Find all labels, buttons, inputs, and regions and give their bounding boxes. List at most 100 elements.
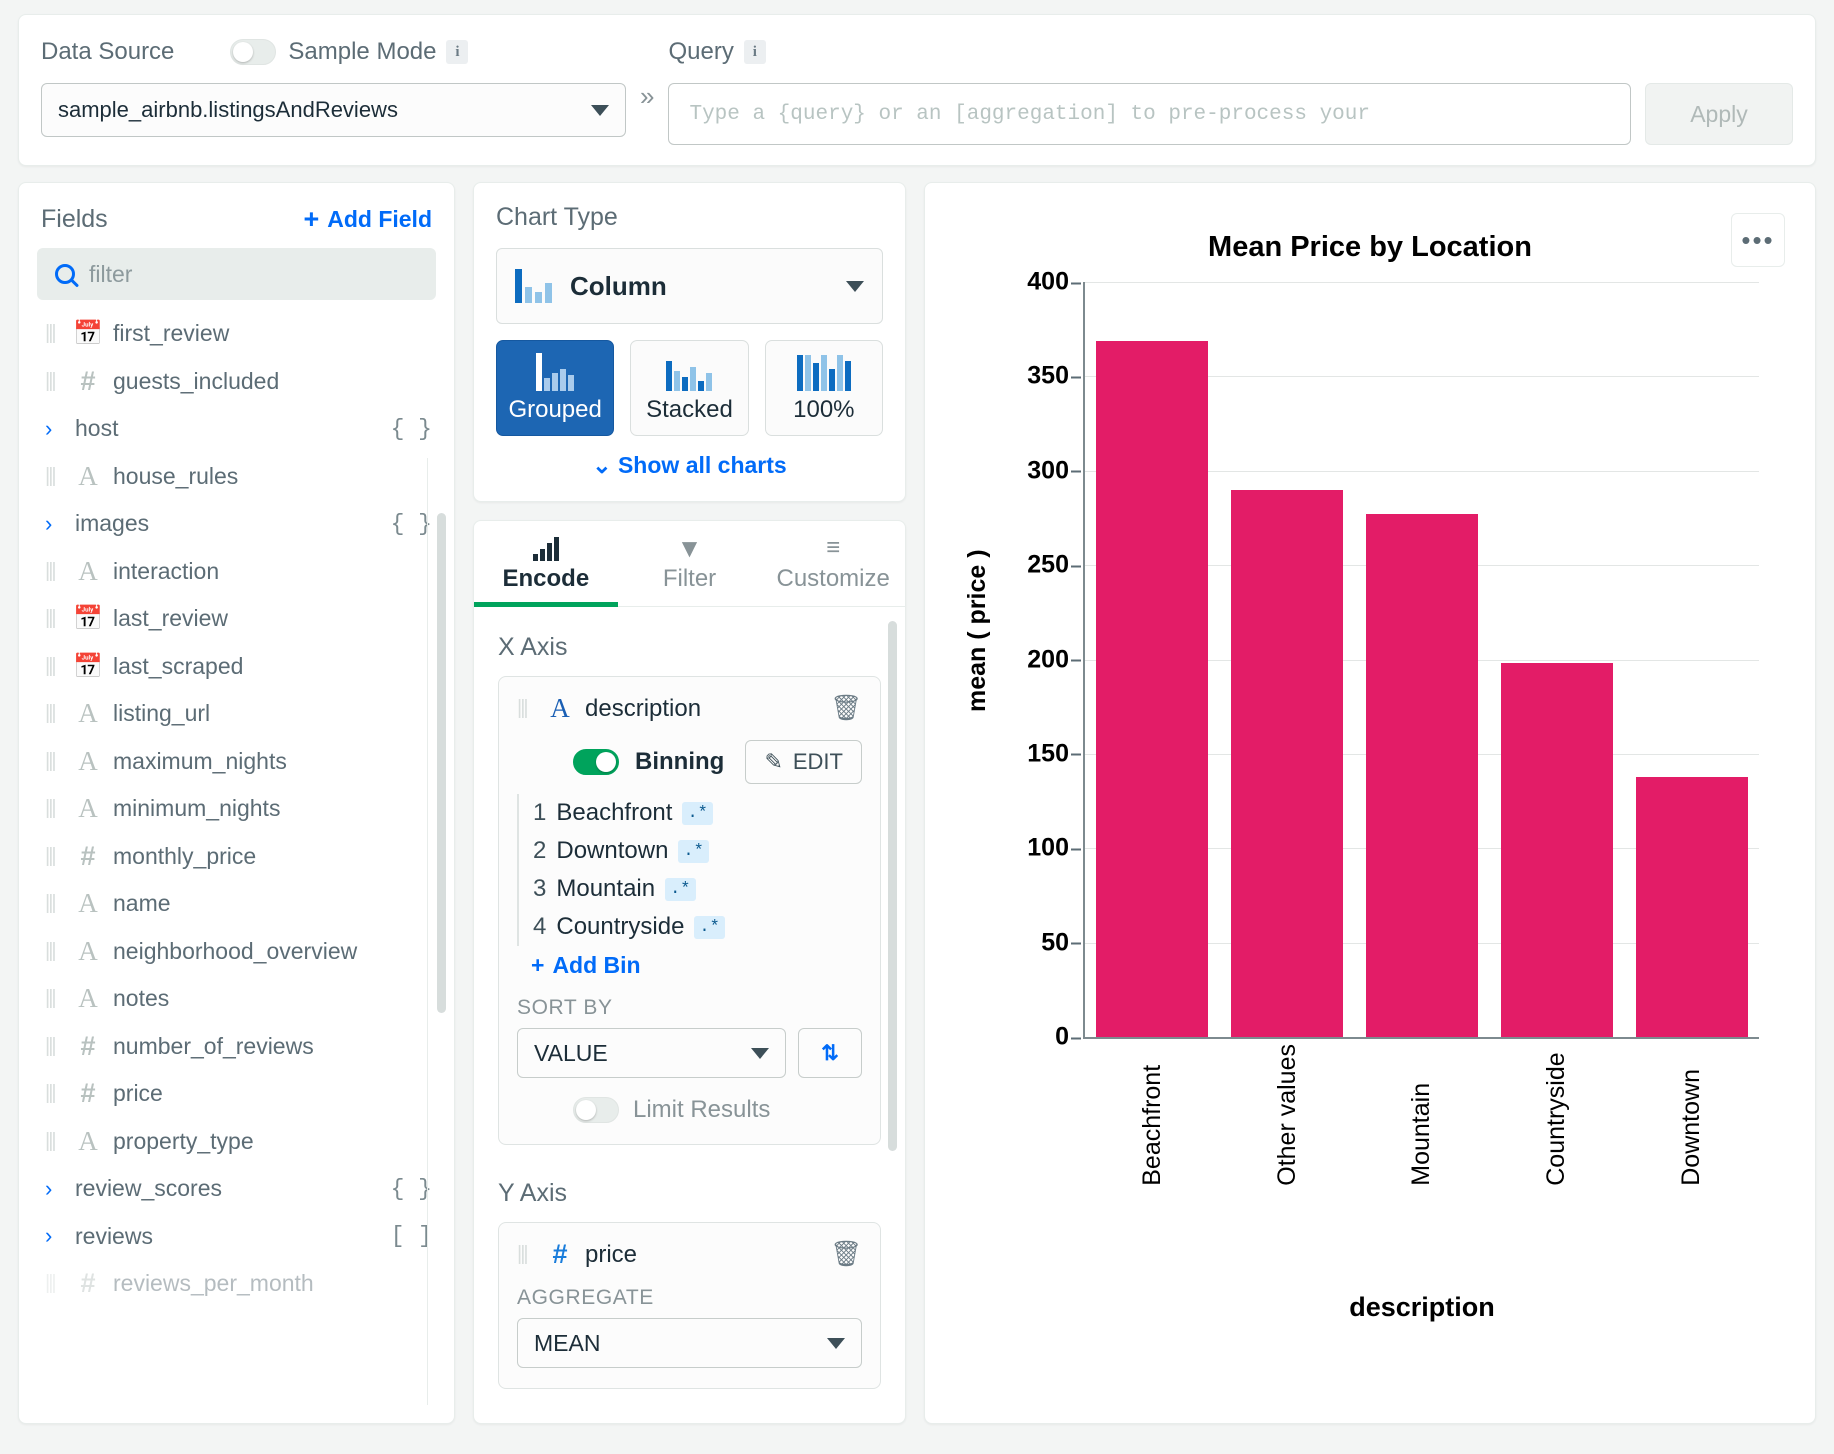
sample-mode-toggle[interactable] [230, 39, 276, 65]
fields-divider [427, 458, 428, 1405]
aggregate-select[interactable]: MEAN [517, 1318, 862, 1368]
x-axis-card: ||| A description 🗑 Binning ✎ EDIT [498, 676, 881, 1145]
field-row[interactable]: |||#monthly_price [19, 833, 454, 881]
drag-handle-icon[interactable]: ||| [45, 560, 63, 583]
variant-100-button[interactable]: 100% [765, 340, 883, 436]
field-row[interactable]: |||Aminimum_nights [19, 785, 454, 833]
drag-handle-icon[interactable]: ||| [45, 797, 63, 820]
field-row[interactable]: |||Alisting_url [19, 690, 454, 738]
chevron-right-icon[interactable]: › [45, 511, 65, 537]
limit-results-toggle[interactable] [573, 1097, 619, 1123]
hash-icon: # [73, 1268, 103, 1299]
drag-handle-icon[interactable]: ||| [45, 1035, 63, 1058]
drag-handle-icon[interactable]: ||| [45, 655, 63, 678]
bin-item[interactable]: 4Countryside.* [533, 908, 862, 946]
bin-item[interactable]: 1Beachfront.* [533, 794, 862, 832]
drag-handle-icon[interactable]: ||| [45, 465, 63, 488]
add-field-button[interactable]: + Add Field [303, 206, 432, 233]
field-row[interactable]: |||📅last_scraped [19, 643, 454, 691]
variant-stacked-button[interactable]: Stacked [630, 340, 748, 436]
top-toolbar: Data Source Sample Mode i sample_airbnb.… [18, 14, 1816, 166]
drag-handle-icon[interactable]: ||| [45, 940, 63, 963]
field-row[interactable]: |||Aproperty_type [19, 1118, 454, 1166]
y-tick-label: 350 [1027, 362, 1069, 391]
bar-cell [1085, 341, 1220, 1037]
binning-toggle[interactable] [573, 749, 619, 775]
field-row[interactable]: |||📅last_review [19, 595, 454, 643]
show-all-charts-button[interactable]: ⌄ Show all charts [496, 452, 883, 479]
bar[interactable] [1096, 341, 1208, 1037]
delete-icon[interactable]: 🗑 [830, 694, 862, 723]
field-row[interactable]: |||Anotes [19, 975, 454, 1023]
tab-customize[interactable]: ≡ Customize [761, 521, 905, 606]
field-row[interactable]: |||#number_of_reviews [19, 1023, 454, 1071]
field-row[interactable]: |||📅first_review [19, 310, 454, 358]
drag-handle-icon[interactable]: ||| [45, 1130, 63, 1153]
bin-item[interactable]: 3Mountain.* [533, 870, 862, 908]
drag-handle-icon[interactable]: ||| [517, 1243, 535, 1266]
field-label: monthly_price [113, 843, 256, 870]
drag-handle-icon[interactable]: ||| [45, 1272, 63, 1295]
field-row[interactable]: |||Aname [19, 880, 454, 928]
bar-cell [1489, 663, 1624, 1037]
tab-encode[interactable]: Encode [474, 521, 618, 606]
bar[interactable] [1366, 514, 1478, 1037]
x-label-cell: Downtown [1624, 1044, 1759, 1186]
drag-handle-icon[interactable]: ||| [45, 987, 63, 1010]
query-info-icon[interactable]: i [744, 40, 766, 64]
drag-handle-icon[interactable]: ||| [517, 697, 535, 720]
apply-button[interactable]: Apply [1645, 83, 1793, 145]
chevron-right-icon[interactable]: › [45, 1176, 65, 1202]
query-input[interactable]: Type a {query} or an [aggregation] to pr… [668, 83, 1631, 145]
variant-grouped-button[interactable]: Grouped [496, 340, 614, 436]
drag-handle-icon[interactable]: ||| [45, 702, 63, 725]
chevron-right-icon[interactable]: › [45, 1223, 65, 1249]
sort-direction-button[interactable]: ⇅ [798, 1028, 862, 1078]
field-row[interactable]: ›host{ } [19, 405, 454, 453]
field-label: property_type [113, 1128, 254, 1155]
drag-handle-icon[interactable]: ||| [45, 892, 63, 915]
field-row[interactable]: |||Ahouse_rules [19, 453, 454, 501]
expand-chevrons-icon[interactable]: » [626, 81, 668, 112]
bar-cell [1624, 777, 1759, 1037]
field-row[interactable]: ›images{ } [19, 500, 454, 548]
field-row[interactable]: ›reviews[ ] [19, 1213, 454, 1261]
data-source-select[interactable]: sample_airbnb.listingsAndReviews [41, 83, 626, 137]
field-row[interactable]: |||#price [19, 1070, 454, 1118]
drag-handle-icon[interactable]: ||| [45, 322, 63, 345]
field-label: notes [113, 985, 169, 1012]
chart-type-select[interactable]: Column [496, 248, 883, 324]
field-row[interactable]: |||Amaximum_nights [19, 738, 454, 786]
encode-scrollbar[interactable] [888, 621, 897, 1151]
bin-index: 1 [533, 799, 546, 827]
field-row[interactable]: |||#guests_included [19, 358, 454, 406]
drag-handle-icon[interactable]: ||| [45, 370, 63, 393]
field-row[interactable]: |||Ainteraction [19, 548, 454, 596]
chart-menu-button[interactable]: ••• [1731, 213, 1785, 267]
edit-bins-button[interactable]: ✎ EDIT [745, 740, 862, 784]
plot-area: mean ( price ) 050100150200250300350400 … [951, 282, 1789, 1382]
bar[interactable] [1636, 777, 1748, 1037]
delete-icon[interactable]: 🗑 [830, 1240, 862, 1269]
drag-handle-icon[interactable]: ||| [45, 845, 63, 868]
fields-title: Fields [41, 205, 108, 234]
sample-mode-info-icon[interactable]: i [446, 40, 468, 64]
bar[interactable] [1231, 490, 1343, 1037]
plus-icon: + [303, 206, 319, 233]
tab-filter[interactable]: ▼ Filter [618, 521, 762, 606]
chevron-down-icon: ⌄ [592, 452, 611, 478]
chevron-right-icon[interactable]: › [45, 416, 65, 442]
field-row[interactable]: |||#reviews_per_month [19, 1260, 454, 1308]
drag-handle-icon[interactable]: ||| [45, 1082, 63, 1105]
add-bin-button[interactable]: + Add Bin [531, 946, 862, 984]
sort-by-select[interactable]: VALUE [517, 1028, 786, 1078]
bar[interactable] [1501, 663, 1613, 1037]
field-row[interactable]: ›review_scores{ } [19, 1165, 454, 1213]
drag-handle-icon[interactable]: ||| [45, 607, 63, 630]
bin-item[interactable]: 2Downtown.* [533, 832, 862, 870]
y-axis-title: mean ( price ) [963, 549, 992, 712]
fields-scrollbar[interactable] [437, 513, 446, 1013]
fields-filter-input[interactable]: filter [37, 248, 436, 300]
drag-handle-icon[interactable]: ||| [45, 750, 63, 773]
field-row[interactable]: |||Aneighborhood_overview [19, 928, 454, 976]
